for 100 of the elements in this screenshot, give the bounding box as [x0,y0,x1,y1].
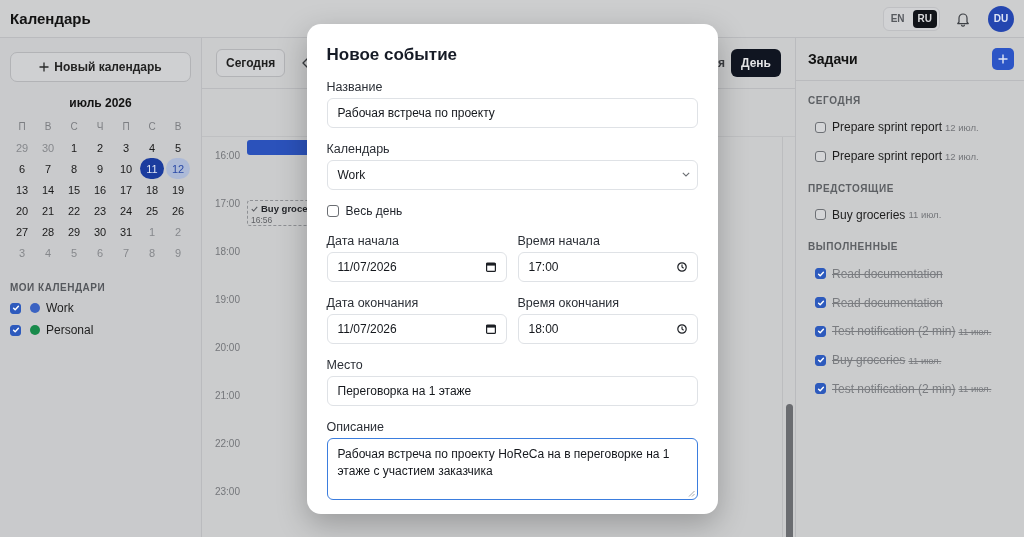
task-title: Test notification (2 min) [832,324,956,339]
calendar-day[interactable]: 3 [114,137,138,158]
checkbox[interactable] [10,324,21,336]
calendar-day[interactable]: 17 [114,179,138,200]
task-date: 11 июл. [958,383,992,395]
date-field[interactable]: 11/07/2026 [326,313,507,344]
field-label: Дата начала [326,232,399,250]
calendar-day[interactable]: 6 [10,158,34,179]
calendar-day[interactable]: 11 [140,158,164,179]
language-option[interactable]: RU [912,9,937,28]
bell-icon[interactable] [956,10,970,27]
clock-icon[interactable] [676,261,687,272]
checkbox[interactable] [815,209,826,221]
view-tab[interactable]: я [718,49,731,77]
weekday-label: П [122,121,130,132]
calendar-name: Work [46,301,74,315]
checkbox[interactable] [815,150,826,162]
calendar-day[interactable]: 4 [140,137,164,158]
calendar-day[interactable]: 2 [88,137,112,158]
plus-icon [998,54,1008,64]
resize-grip-icon[interactable] [687,489,695,497]
calendar-day[interactable]: 26 [166,200,190,221]
today-button[interactable]: Сегодня [216,49,286,77]
task-date: 11 июл. [908,209,942,221]
task-event-time: 16:56 [251,215,273,225]
checkbox-label: Весь день [345,203,403,218]
calendar-day[interactable]: 5 [166,137,190,158]
checkbox[interactable] [10,302,21,314]
weekday-label: В [174,121,182,132]
field-label: Время окончания [517,294,620,312]
calendar-day[interactable]: 18 [140,179,164,200]
task-title: Prepare sprint report [832,149,943,164]
select-field[interactable]: Work [326,159,698,190]
calendar-day[interactable]: 22 [62,200,86,221]
calendar-day[interactable]: 28 [36,221,60,242]
calendar-day[interactable]: 24 [114,200,138,221]
description-field[interactable]: Рабочая встреча по проекту HoReCa на в переговорке на 1 этаже с участием заказчика [326,437,698,500]
date-field[interactable]: 11/07/2026 [326,251,507,282]
checkbox[interactable] [815,268,826,280]
task-event-title: Buy groce [261,203,308,214]
hour-label: 20:00 [213,341,240,355]
calendar-day[interactable]: 23 [88,200,112,221]
weekday-label: С [70,121,78,132]
calendar-day[interactable]: 30 [88,221,112,242]
text-field[interactable]: Рабочая встреча по проекту [326,97,698,128]
time-field[interactable]: 18:00 [517,313,698,344]
checkbox[interactable] [815,383,826,395]
calendar-day[interactable]: 25 [140,200,164,221]
check-icon [251,205,258,212]
task-title: Test notification (2 min) [832,381,956,396]
month-title: июль 2026 [68,95,133,111]
checkbox[interactable] [815,354,826,366]
calendar-day[interactable]: 10 [114,158,138,179]
calendar-day[interactable]: 27 [10,221,34,242]
calendar-name: Personal [46,323,94,337]
text-field[interactable]: Переговорка на 1 этаже [326,375,698,406]
checkbox[interactable] [815,325,826,337]
new-calendar-button[interactable]: Новый календарь [10,52,191,82]
calendar-day[interactable]: 21 [36,200,60,221]
calendar-day[interactable]: 1 [62,137,86,158]
hour-label: 16:00 [213,149,240,163]
task-title: Prepare sprint report [832,120,943,135]
calendar-day[interactable]: 15 [62,179,86,200]
weekday-label: П [18,121,26,132]
calendar-day[interactable]: 13 [10,179,34,200]
calendar-day[interactable]: 9 [88,158,112,179]
view-tab[interactable]: День [731,49,781,77]
calendar-day[interactable]: 29 [62,221,86,242]
calendar-day[interactable]: 20 [10,200,34,221]
calendar-day[interactable]: 8 [62,158,86,179]
task-date: 11 июл. [958,325,992,337]
checkbox[interactable] [326,204,339,217]
task-title: Read documentation [832,266,943,281]
task-title: Read documentation [832,295,943,310]
calendar-day[interactable]: 7 [36,158,60,179]
section-heading: МОИ КАЛЕНДАРИ [10,281,107,295]
avatar[interactable]: DU [988,5,1014,32]
add-task-button[interactable] [992,48,1014,70]
calendar-day[interactable]: 31 [114,221,138,242]
calendar-icon[interactable] [485,323,496,334]
field-label: Время начала [517,232,600,250]
field-label: Название [326,78,383,96]
hour-label: 19:00 [213,293,240,307]
calendar-icon[interactable] [485,261,496,272]
dialog-title: Новое событие [326,43,459,66]
panel-title: Задачи [808,51,858,67]
calendar-day[interactable]: 16 [88,179,112,200]
weekday-label: Ч [96,121,104,132]
checkbox[interactable] [815,121,826,133]
calendar-day[interactable]: 14 [36,179,60,200]
calendar-day[interactable]: 12 [166,158,190,179]
scrollbar-thumb[interactable] [785,404,793,537]
time-field[interactable]: 17:00 [517,251,698,282]
calendar-day[interactable]: 19 [166,179,190,200]
checkbox[interactable] [815,297,826,309]
field-label: Описание [326,418,384,436]
hour-label: 21:00 [213,389,240,403]
clock-icon[interactable] [676,323,687,334]
language-option[interactable]: EN [885,9,910,28]
task-date: 12 июл. [945,121,979,133]
